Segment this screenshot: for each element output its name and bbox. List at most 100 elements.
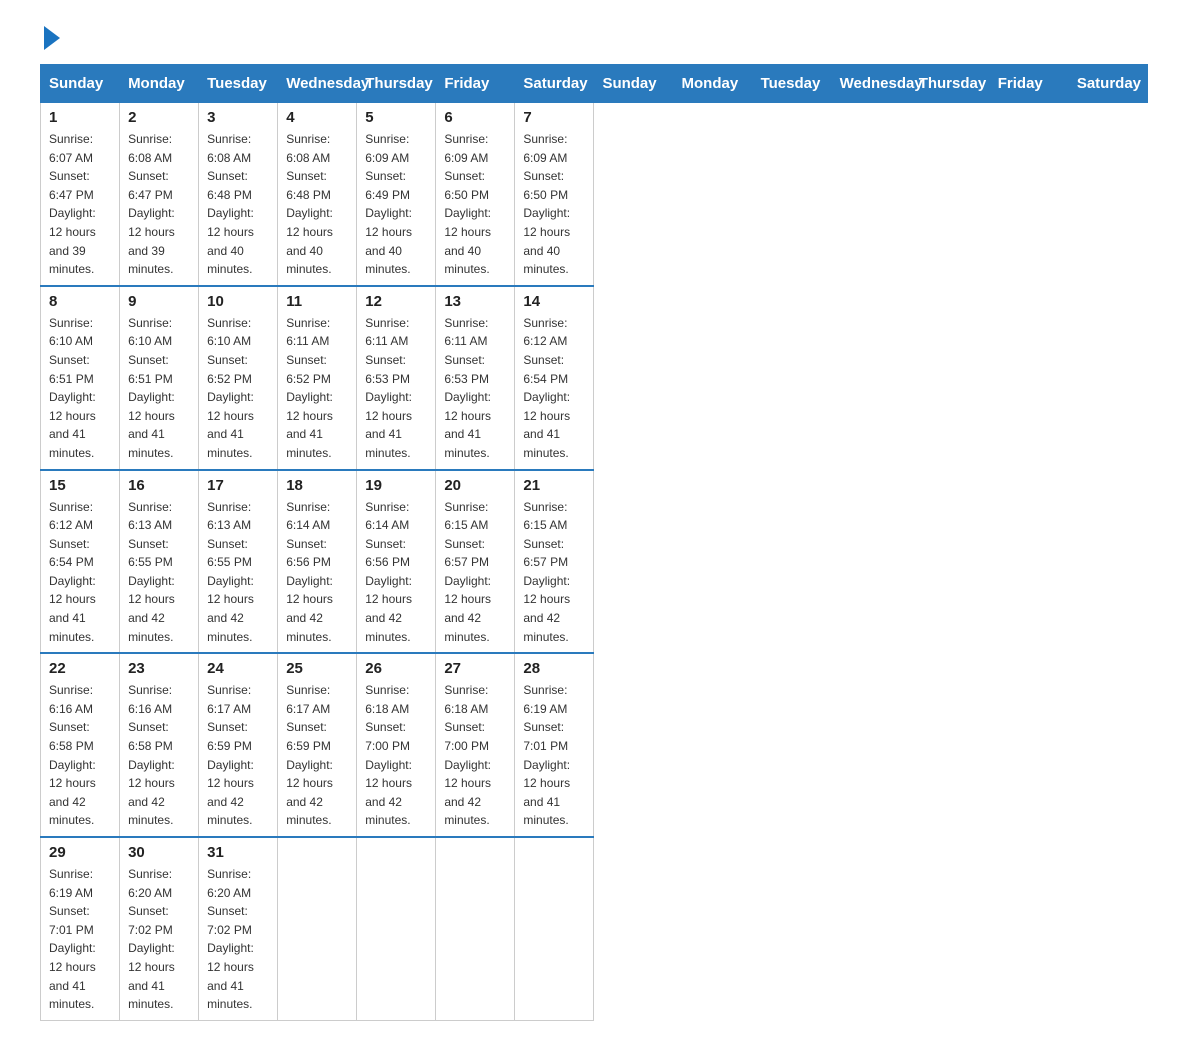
day-info: Sunrise: 6:13 AMSunset: 6:55 PMDaylight:… xyxy=(128,498,190,647)
table-row: 8 Sunrise: 6:10 AMSunset: 6:51 PMDayligh… xyxy=(41,286,120,470)
table-row: 11 Sunrise: 6:11 AMSunset: 6:52 PMDaylig… xyxy=(278,286,357,470)
day-info: Sunrise: 6:18 AMSunset: 7:00 PMDaylight:… xyxy=(365,681,427,830)
day-info: Sunrise: 6:08 AMSunset: 6:48 PMDaylight:… xyxy=(286,130,348,279)
day-number: 8 xyxy=(49,293,111,310)
day-number: 26 xyxy=(365,660,427,677)
table-row: 13 Sunrise: 6:11 AMSunset: 6:53 PMDaylig… xyxy=(436,286,515,470)
table-row: 27 Sunrise: 6:18 AMSunset: 7:00 PMDaylig… xyxy=(436,653,515,837)
day-number: 18 xyxy=(286,477,348,494)
table-row: 19 Sunrise: 6:14 AMSunset: 6:56 PMDaylig… xyxy=(357,470,436,654)
day-number: 28 xyxy=(523,660,585,677)
table-row: 12 Sunrise: 6:11 AMSunset: 6:53 PMDaylig… xyxy=(357,286,436,470)
day-info: Sunrise: 6:08 AMSunset: 6:47 PMDaylight:… xyxy=(128,130,190,279)
day-number: 4 xyxy=(286,109,348,126)
table-row: 16 Sunrise: 6:13 AMSunset: 6:55 PMDaylig… xyxy=(120,470,199,654)
calendar-week-row: 29 Sunrise: 6:19 AMSunset: 7:01 PMDaylig… xyxy=(41,837,1148,1020)
day-number: 12 xyxy=(365,293,427,310)
calendar-header-thursday: Thursday xyxy=(357,65,436,103)
day-info: Sunrise: 6:12 AMSunset: 6:54 PMDaylight:… xyxy=(49,498,111,647)
day-number: 9 xyxy=(128,293,190,310)
calendar-header-sunday: Sunday xyxy=(594,65,673,103)
calendar-header-wednesday: Wednesday xyxy=(278,65,357,103)
table-row: 2 Sunrise: 6:08 AMSunset: 6:47 PMDayligh… xyxy=(120,103,199,286)
table-row: 24 Sunrise: 6:17 AMSunset: 6:59 PMDaylig… xyxy=(199,653,278,837)
calendar-header-row: SundayMondayTuesdayWednesdayThursdayFrid… xyxy=(41,65,1148,103)
day-info: Sunrise: 6:07 AMSunset: 6:47 PMDaylight:… xyxy=(49,130,111,279)
calendar-header-monday: Monday xyxy=(120,65,199,103)
day-number: 24 xyxy=(207,660,269,677)
day-info: Sunrise: 6:11 AMSunset: 6:53 PMDaylight:… xyxy=(365,314,427,463)
day-info: Sunrise: 6:10 AMSunset: 6:51 PMDaylight:… xyxy=(128,314,190,463)
day-number: 15 xyxy=(49,477,111,494)
day-number: 21 xyxy=(523,477,585,494)
day-info: Sunrise: 6:15 AMSunset: 6:57 PMDaylight:… xyxy=(523,498,585,647)
day-number: 10 xyxy=(207,293,269,310)
day-info: Sunrise: 6:19 AMSunset: 7:01 PMDaylight:… xyxy=(523,681,585,830)
day-number: 7 xyxy=(523,109,585,126)
day-info: Sunrise: 6:09 AMSunset: 6:50 PMDaylight:… xyxy=(444,130,506,279)
day-number: 14 xyxy=(523,293,585,310)
table-row: 30 Sunrise: 6:20 AMSunset: 7:02 PMDaylig… xyxy=(120,837,199,1020)
day-number: 17 xyxy=(207,477,269,494)
table-row: 23 Sunrise: 6:16 AMSunset: 6:58 PMDaylig… xyxy=(120,653,199,837)
day-info: Sunrise: 6:16 AMSunset: 6:58 PMDaylight:… xyxy=(128,681,190,830)
table-row: 7 Sunrise: 6:09 AMSunset: 6:50 PMDayligh… xyxy=(515,103,594,286)
table-row: 20 Sunrise: 6:15 AMSunset: 6:57 PMDaylig… xyxy=(436,470,515,654)
day-info: Sunrise: 6:11 AMSunset: 6:53 PMDaylight:… xyxy=(444,314,506,463)
day-info: Sunrise: 6:14 AMSunset: 6:56 PMDaylight:… xyxy=(286,498,348,647)
day-info: Sunrise: 6:08 AMSunset: 6:48 PMDaylight:… xyxy=(207,130,269,279)
calendar-week-row: 1 Sunrise: 6:07 AMSunset: 6:47 PMDayligh… xyxy=(41,103,1148,286)
logo xyxy=(40,30,60,44)
calendar-header-saturday: Saturday xyxy=(1068,65,1147,103)
table-row xyxy=(357,837,436,1020)
table-row: 31 Sunrise: 6:20 AMSunset: 7:02 PMDaylig… xyxy=(199,837,278,1020)
day-info: Sunrise: 6:15 AMSunset: 6:57 PMDaylight:… xyxy=(444,498,506,647)
day-number: 6 xyxy=(444,109,506,126)
table-row: 4 Sunrise: 6:08 AMSunset: 6:48 PMDayligh… xyxy=(278,103,357,286)
day-info: Sunrise: 6:20 AMSunset: 7:02 PMDaylight:… xyxy=(207,865,269,1014)
day-number: 30 xyxy=(128,844,190,861)
table-row xyxy=(436,837,515,1020)
day-info: Sunrise: 6:09 AMSunset: 6:49 PMDaylight:… xyxy=(365,130,427,279)
day-info: Sunrise: 6:12 AMSunset: 6:54 PMDaylight:… xyxy=(523,314,585,463)
calendar-header-sunday: Sunday xyxy=(41,65,120,103)
day-number: 19 xyxy=(365,477,427,494)
calendar-week-row: 15 Sunrise: 6:12 AMSunset: 6:54 PMDaylig… xyxy=(41,470,1148,654)
calendar-week-row: 8 Sunrise: 6:10 AMSunset: 6:51 PMDayligh… xyxy=(41,286,1148,470)
table-row: 5 Sunrise: 6:09 AMSunset: 6:49 PMDayligh… xyxy=(357,103,436,286)
table-row: 26 Sunrise: 6:18 AMSunset: 7:00 PMDaylig… xyxy=(357,653,436,837)
day-info: Sunrise: 6:09 AMSunset: 6:50 PMDaylight:… xyxy=(523,130,585,279)
day-number: 27 xyxy=(444,660,506,677)
day-info: Sunrise: 6:20 AMSunset: 7:02 PMDaylight:… xyxy=(128,865,190,1014)
calendar-header-friday: Friday xyxy=(989,65,1068,103)
table-row: 10 Sunrise: 6:10 AMSunset: 6:52 PMDaylig… xyxy=(199,286,278,470)
day-info: Sunrise: 6:14 AMSunset: 6:56 PMDaylight:… xyxy=(365,498,427,647)
day-number: 13 xyxy=(444,293,506,310)
day-number: 3 xyxy=(207,109,269,126)
table-row xyxy=(278,837,357,1020)
day-info: Sunrise: 6:18 AMSunset: 7:00 PMDaylight:… xyxy=(444,681,506,830)
day-number: 5 xyxy=(365,109,427,126)
table-row: 3 Sunrise: 6:08 AMSunset: 6:48 PMDayligh… xyxy=(199,103,278,286)
table-row: 18 Sunrise: 6:14 AMSunset: 6:56 PMDaylig… xyxy=(278,470,357,654)
table-row: 17 Sunrise: 6:13 AMSunset: 6:55 PMDaylig… xyxy=(199,470,278,654)
table-row: 14 Sunrise: 6:12 AMSunset: 6:54 PMDaylig… xyxy=(515,286,594,470)
calendar-header-friday: Friday xyxy=(436,65,515,103)
day-info: Sunrise: 6:17 AMSunset: 6:59 PMDaylight:… xyxy=(207,681,269,830)
table-row: 15 Sunrise: 6:12 AMSunset: 6:54 PMDaylig… xyxy=(41,470,120,654)
day-info: Sunrise: 6:16 AMSunset: 6:58 PMDaylight:… xyxy=(49,681,111,830)
day-number: 29 xyxy=(49,844,111,861)
day-number: 11 xyxy=(286,293,348,310)
table-row: 22 Sunrise: 6:16 AMSunset: 6:58 PMDaylig… xyxy=(41,653,120,837)
day-info: Sunrise: 6:10 AMSunset: 6:52 PMDaylight:… xyxy=(207,314,269,463)
day-info: Sunrise: 6:17 AMSunset: 6:59 PMDaylight:… xyxy=(286,681,348,830)
day-number: 23 xyxy=(128,660,190,677)
day-number: 31 xyxy=(207,844,269,861)
table-row: 28 Sunrise: 6:19 AMSunset: 7:01 PMDaylig… xyxy=(515,653,594,837)
day-info: Sunrise: 6:13 AMSunset: 6:55 PMDaylight:… xyxy=(207,498,269,647)
table-row: 1 Sunrise: 6:07 AMSunset: 6:47 PMDayligh… xyxy=(41,103,120,286)
table-row: 9 Sunrise: 6:10 AMSunset: 6:51 PMDayligh… xyxy=(120,286,199,470)
day-info: Sunrise: 6:10 AMSunset: 6:51 PMDaylight:… xyxy=(49,314,111,463)
calendar-table: SundayMondayTuesdayWednesdayThursdayFrid… xyxy=(40,64,1148,1021)
day-number: 22 xyxy=(49,660,111,677)
